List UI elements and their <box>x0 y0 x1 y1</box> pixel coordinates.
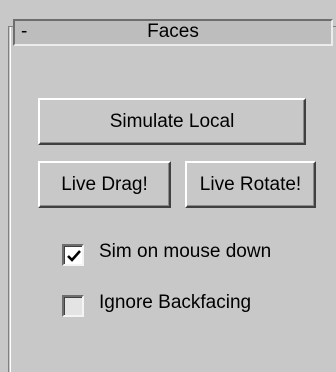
live-drag-button[interactable]: Live Drag! <box>38 161 171 208</box>
checkmark-icon <box>67 250 81 262</box>
sim-on-mouse-down-label: Sim on mouse down <box>99 241 272 262</box>
rollout-title: Faces <box>147 21 199 42</box>
ignore-backfacing-checkbox[interactable] <box>62 295 84 317</box>
sim-on-mouse-down-checkbox[interactable] <box>62 244 84 266</box>
simulate-local-button[interactable]: Simulate Local <box>38 98 306 145</box>
ignore-backfacing-label: Ignore Backfacing <box>99 292 252 313</box>
rollout-header-faces[interactable]: - Faces <box>13 19 333 46</box>
live-rotate-button[interactable]: Live Rotate! <box>185 161 316 208</box>
